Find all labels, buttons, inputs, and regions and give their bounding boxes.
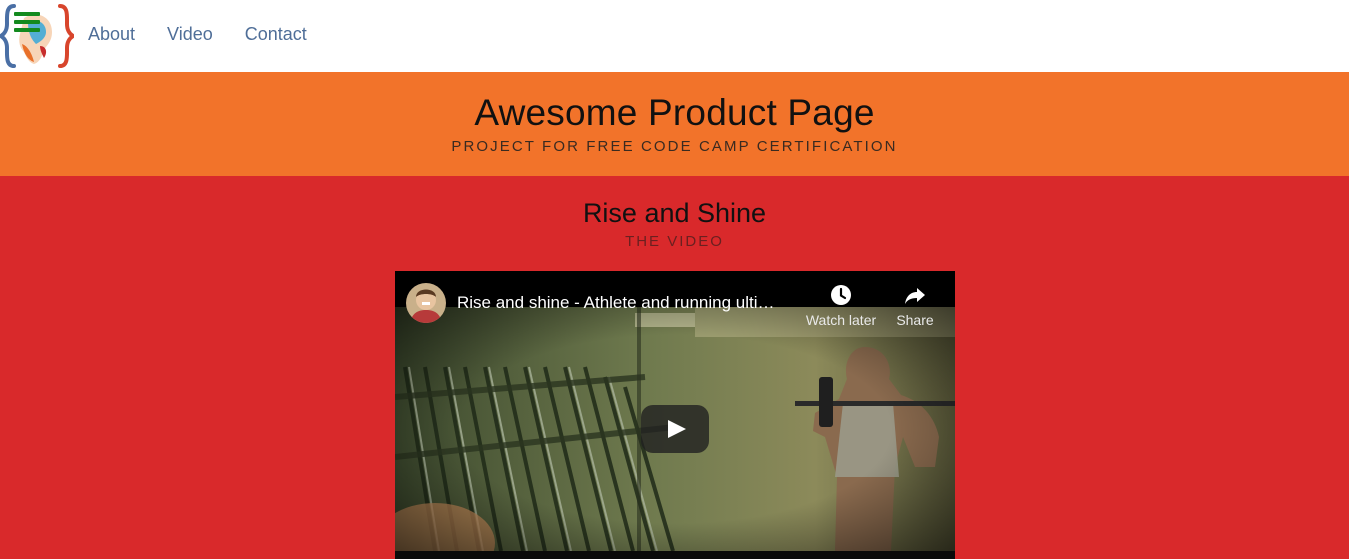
site-logo[interactable] [0,2,74,70]
nav-links: About Video Contact [88,22,339,46]
video-section-subtitle: THE VIDEO [625,233,724,250]
player-header: Rise and shine - Athlete and running ult… [395,271,955,341]
share-label: Share [896,312,934,328]
play-button[interactable] [641,405,709,453]
clock-icon [831,285,851,305]
play-icon [641,405,709,453]
video-section-title: Rise and Shine [582,198,767,228]
avatar-image [406,283,446,323]
watch-later-label: Watch later [805,312,877,328]
share-arrow-icon [905,288,925,304]
hamburger-icon[interactable] [14,12,40,32]
player-bottom-bar [395,551,955,559]
nav-link-contact[interactable]: Contact [245,22,307,46]
page-title: Awesome Product Page [474,92,875,133]
video-title-link[interactable]: Rise and shine - Athlete and running ult… [457,292,797,314]
video-player[interactable]: Rise and shine - Athlete and running ult… [395,271,955,559]
channel-avatar[interactable] [406,283,446,323]
watch-later-button[interactable]: Watch later [801,283,881,328]
logo-graphic [0,4,74,68]
hero-header: Awesome Product Page PROJECT FOR FREE CO… [0,72,1349,176]
nav-link-video[interactable]: Video [167,22,213,46]
navbar: About Video Contact [0,0,1349,72]
share-button[interactable]: Share [875,283,955,328]
nav-link-about[interactable]: About [88,22,135,46]
page-subtitle: PROJECT FOR FREE CODE CAMP CERTIFICATION [451,138,898,155]
video-section: Rise and Shine THE VIDEO Rise and shine … [0,176,1349,559]
